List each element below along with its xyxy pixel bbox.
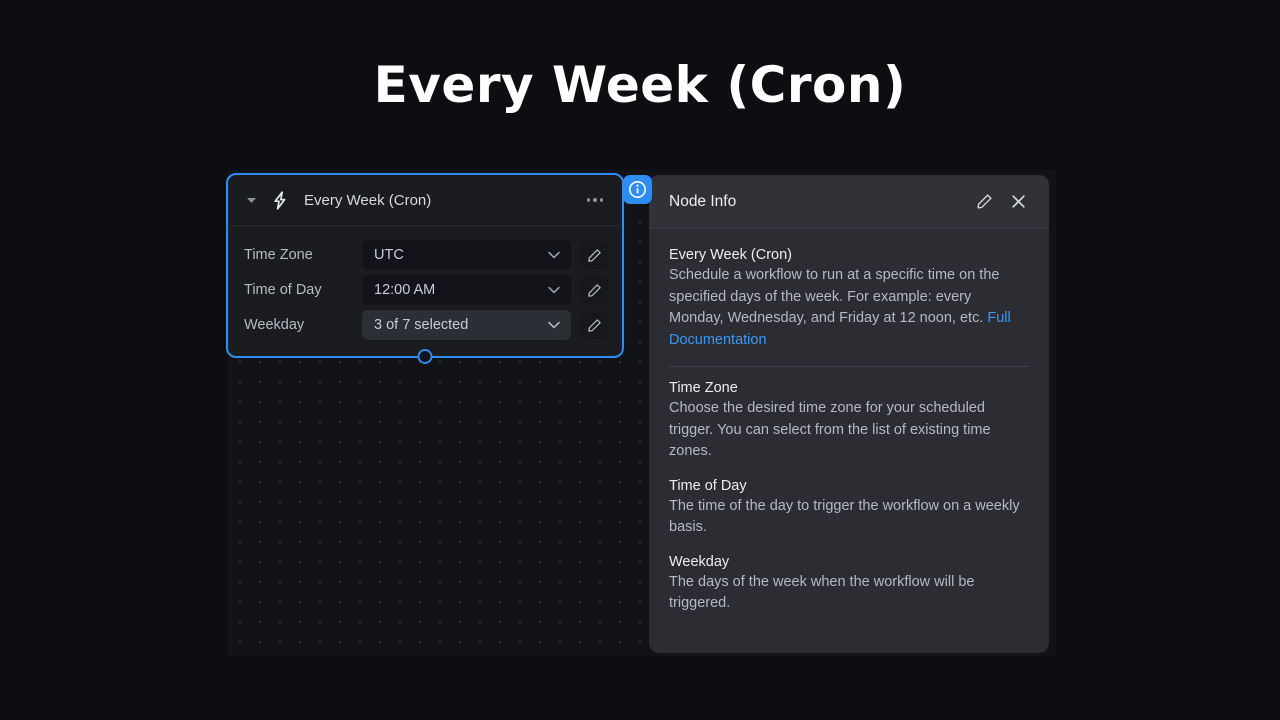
more-options-icon[interactable] (582, 187, 608, 213)
panel-section-weekday: Weekday The days of the week when the wo… (669, 554, 1029, 615)
chevron-down-icon (547, 318, 561, 332)
panel-divider (669, 366, 1029, 367)
workflow-node[interactable]: Every Week (Cron) Time Zone UTC Time of … (226, 173, 624, 364)
select-value-time-zone: UTC (374, 247, 404, 263)
section-description-time-of-day: The time of the day to trigger the workf… (669, 497, 1020, 536)
info-circle-icon[interactable] (623, 175, 652, 204)
panel-title: Node Info (669, 192, 737, 210)
pencil-icon[interactable] (971, 189, 997, 215)
section-description-time-zone: Choose the desired time zone for your sc… (669, 400, 991, 459)
edit-button-weekday[interactable] (580, 311, 608, 339)
select-value-time-of-day: 12:00 AM (374, 282, 436, 298)
field-row-time-zone: Time Zone UTC (244, 240, 608, 270)
field-label-time-zone: Time Zone (244, 247, 313, 263)
field-row-time-of-day: Time of Day 12:00 AM (244, 275, 608, 305)
section-title-time-zone: Time Zone (669, 380, 738, 396)
field-row-weekday: Weekday 3 of 7 selected (244, 310, 608, 340)
panel-section-time-of-day: Time of Day The time of the day to trigg… (669, 478, 1029, 539)
intro-text: Schedule a workflow to run at a specific… (669, 267, 1000, 326)
select-time-zone[interactable]: UTC (362, 240, 571, 270)
field-label-weekday: Weekday (244, 317, 305, 333)
panel-header: Node Info (649, 175, 1049, 229)
close-icon[interactable] (1005, 189, 1031, 215)
node-header: Every Week (Cron) (228, 175, 622, 226)
node-fields: Time Zone UTC Time of Day 12:00 AM Weekd… (228, 226, 622, 356)
node-title: Every Week (Cron) (304, 191, 432, 209)
section-title-weekday: Weekday (669, 553, 730, 570)
chevron-down-icon (547, 283, 561, 297)
lightning-bolt-icon (270, 190, 290, 210)
section-title-intro: Every Week (Cron) (669, 247, 793, 263)
panel-section-time-zone: Time Zone Choose the desired time zone f… (669, 380, 1029, 463)
edit-button-time-zone[interactable] (580, 241, 608, 269)
select-value-weekday: 3 of 7 selected (374, 317, 469, 333)
panel-section-intro: Every Week (Cron) Schedule a workflow to… (669, 247, 1029, 351)
section-description-intro: Schedule a workflow to run at a specific… (669, 265, 1029, 351)
select-time-of-day[interactable]: 12:00 AM (362, 275, 571, 305)
node-info-panel: Node Info Every Week (Cron) Schedule a w… (649, 175, 1049, 653)
edit-button-time-of-day[interactable] (580, 276, 608, 304)
select-weekday[interactable]: 3 of 7 selected (362, 310, 571, 340)
chevron-down-icon (547, 248, 561, 262)
page-title: Every Week (Cron) (373, 56, 907, 114)
output-handle[interactable] (417, 349, 433, 364)
section-title-time-of-day: Time of Day (669, 477, 747, 494)
section-description-weekday: The days of the week when the workflow w… (669, 573, 975, 612)
panel-body: Every Week (Cron) Schedule a workflow to… (649, 229, 1049, 653)
chevron-down-icon[interactable] (244, 193, 258, 207)
field-label-time-of-day: Time of Day (244, 282, 322, 298)
